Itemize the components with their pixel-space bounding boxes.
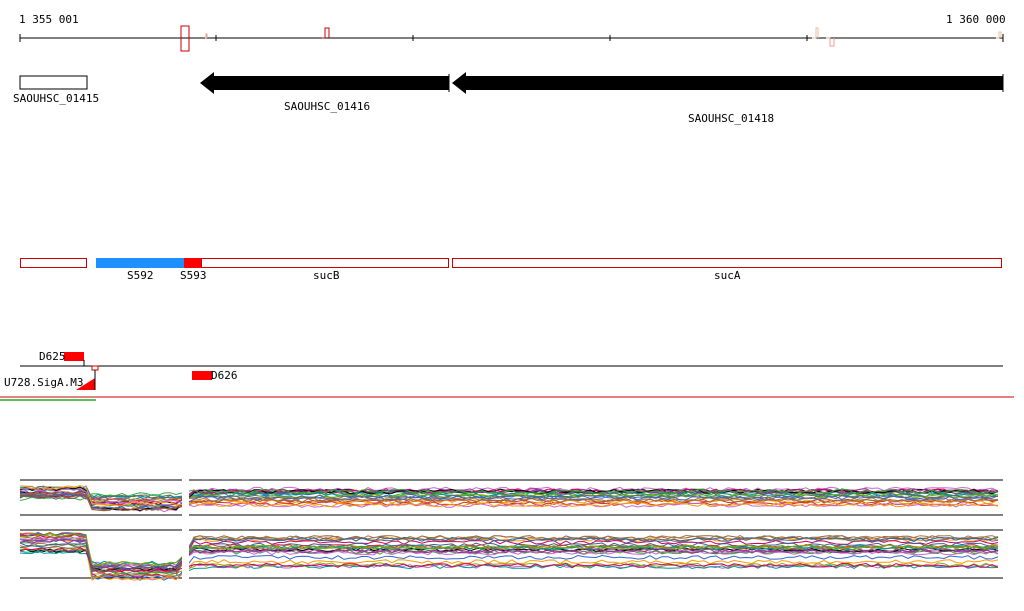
feature-label-s592[interactable]: S592 (127, 270, 154, 282)
gene-box-saouhsc-01415[interactable] (19, 75, 88, 90)
feature-suca[interactable] (452, 258, 1002, 268)
feature-label-s593[interactable]: S593 (180, 270, 207, 282)
feature-label-sucb[interactable]: sucB (313, 270, 340, 282)
gene-arrow-saouhsc-01416[interactable] (200, 72, 449, 94)
genome-browser-canvas (0, 25, 1014, 584)
element-d626[interactable] (192, 371, 212, 380)
gene-label-saouhsc-01416[interactable]: SAOUHSC_01416 (284, 101, 370, 113)
gene-label-saouhsc-01415[interactable]: SAOUHSC_01415 (13, 93, 99, 105)
feature-s592[interactable] (96, 258, 184, 268)
coordinate-ruler (19, 25, 1004, 52)
element-label-d625[interactable]: D625 (39, 351, 66, 363)
feature-box-left[interactable] (20, 258, 87, 268)
gene-label-saouhsc-01418[interactable]: SAOUHSC_01418 (688, 113, 774, 125)
element-d625[interactable] (64, 352, 84, 361)
feature-sucb[interactable] (201, 258, 449, 268)
feature-s593[interactable] (184, 258, 201, 268)
feature-label-suca[interactable]: sucA (714, 270, 741, 282)
gene-arrow-saouhsc-01418[interactable] (452, 72, 1003, 94)
element-label-d626[interactable]: D626 (211, 370, 238, 382)
expression-panel (19, 476, 1003, 584)
expression-profile-lines (19, 485, 999, 581)
element-label-u728[interactable]: U728.SigA.M3 (4, 377, 83, 389)
